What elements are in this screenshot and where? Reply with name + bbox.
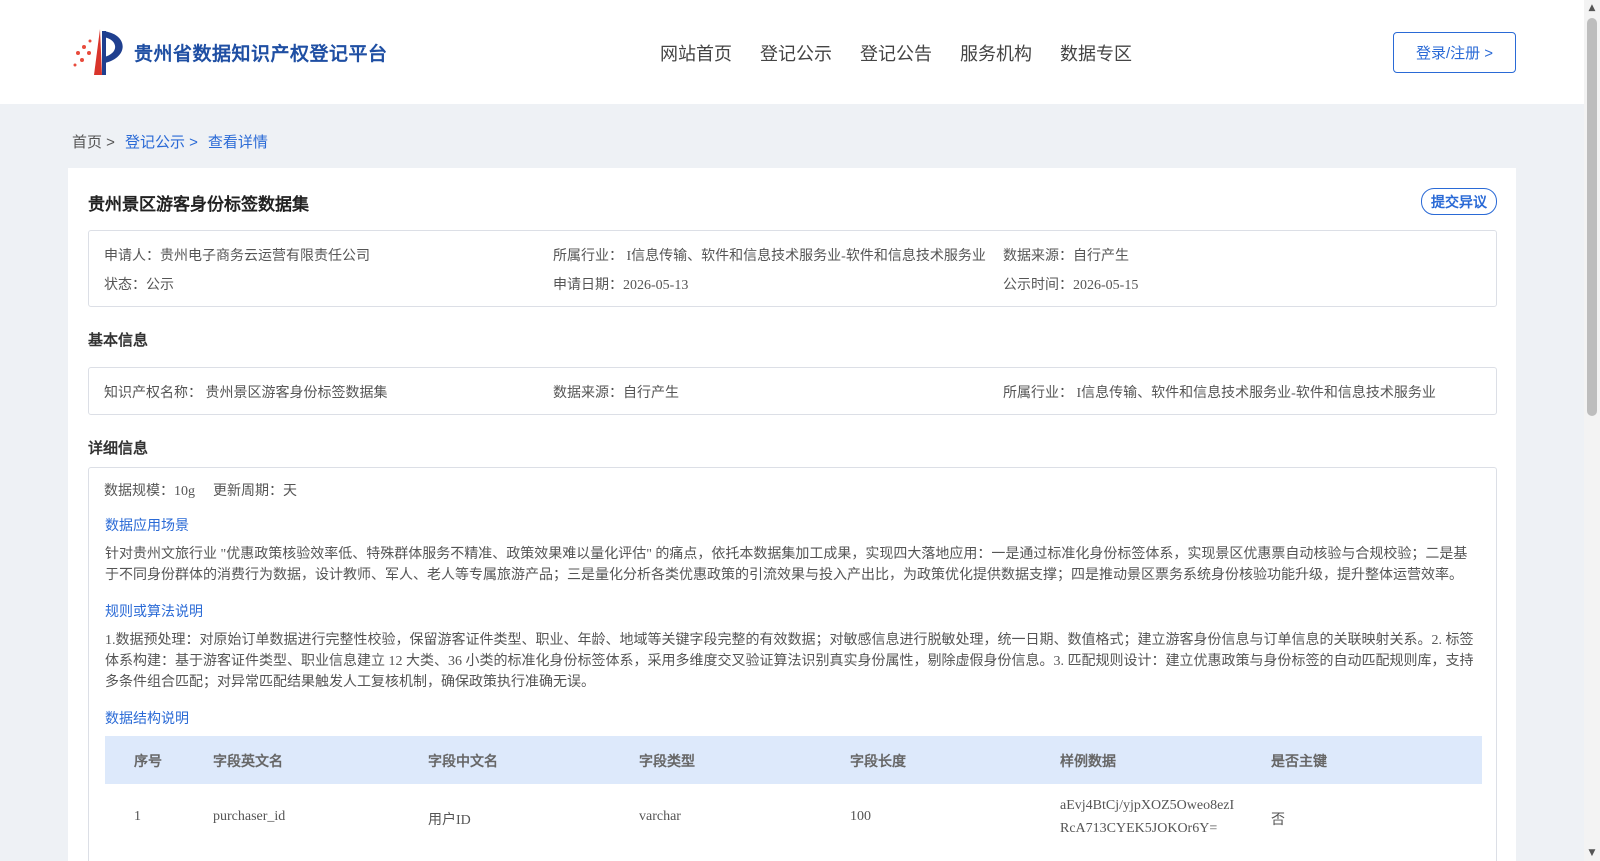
- nav-item-service-agencies[interactable]: 服务机构: [960, 40, 1032, 66]
- submit-objection-button[interactable]: 提交异议: [1421, 188, 1497, 215]
- update-cycle-text: 更新周期：天: [213, 484, 297, 499]
- basic-source-text: 数据来源：自行产生: [553, 386, 679, 401]
- table-header-cell: 字段长度: [850, 753, 906, 769]
- scroll-up-arrow-icon[interactable]: ▲: [1584, 0, 1600, 16]
- breadcrumb-current: 查看详情: [207, 134, 268, 151]
- site-header: 贵州省数据知识产权登记平台 网站首页 登记公示 登记公告 服务机构 数据专区 登…: [0, 0, 1584, 104]
- detail-card: 贵州景区游客身份标签数据集 提交异议 申请人：贵州电子商务云运营有限责任公司 所…: [68, 168, 1516, 861]
- table-header-cell: 样例数据: [1060, 753, 1116, 769]
- page-title: 贵州景区游客身份标签数据集: [88, 195, 309, 214]
- table-header-cell: 字段中文名: [428, 753, 498, 769]
- cell-en-name: purchaser_id: [213, 809, 286, 824]
- status-text: 状态：公示: [104, 278, 174, 293]
- page-scrollbar[interactable]: ▲ ▼: [1584, 0, 1600, 861]
- cell-primary-key: 否: [1271, 813, 1285, 828]
- detail-info-box: 数据规模：10g 更新周期：天 数据应用场景 针对贵州文旅行业 "优惠政策核验效…: [88, 467, 1497, 861]
- table-header-cell: 字段类型: [639, 753, 695, 769]
- structure-title: 数据结构说明: [105, 710, 189, 726]
- scene-text: 针对贵州文旅行业 "优惠政策核验效率低、特殊群体服务不精准、政策效果难以量化评估…: [105, 547, 1468, 583]
- industry-text: 所属行业： I信息传输、软件和信息技术服务业-软件和信息技术服务业: [553, 249, 986, 264]
- scene-title: 数据应用场景: [105, 517, 189, 533]
- nav-item-home[interactable]: 网站首页: [660, 40, 732, 66]
- table-header-cell: 是否主键: [1271, 753, 1327, 769]
- cell-sample-line-1: aEvj4BtCj/yjpXOZ5Oweo8ezI: [1060, 798, 1235, 813]
- site-logo[interactable]: 贵州省数据知识产权登记平台: [72, 27, 388, 77]
- ip-name-text: 知识产权名称： 贵州景区游客身份标签数据集: [104, 386, 388, 401]
- logo-mark-icon: [73, 29, 123, 75]
- publish-date-text: 公示时间：2026-05-15: [1003, 278, 1139, 293]
- table-header: 序号 字段英文名 字段中文名 字段类型 字段长度 样例数据 是否主键: [105, 736, 1482, 784]
- applicant-text: 申请人：贵州电子商务云运营有限责任公司: [104, 249, 370, 264]
- cell-sample-line-2: RcA713CYEK5JOKOr6Y=: [1060, 821, 1218, 836]
- nav-item-registration-public[interactable]: 登记公示: [760, 40, 832, 66]
- cell-cn-name: 用户ID: [428, 813, 471, 828]
- breadcrumb-home[interactable]: 首页 >: [72, 131, 115, 152]
- nav-item-registration-announcement[interactable]: 登记公告: [860, 40, 932, 66]
- scroll-down-arrow-icon[interactable]: ▼: [1584, 845, 1600, 861]
- data-scale-text: 数据规模：10g: [104, 484, 195, 499]
- main-nav: 网站首页 登记公示 登记公告 服务机构 数据专区: [660, 40, 1132, 66]
- summary-box: 申请人：贵州电子商务云运营有限责任公司 所属行业： I信息传输、软件和信息技术服…: [88, 230, 1497, 307]
- rule-title: 规则或算法说明: [105, 603, 203, 619]
- table-header-cell: 序号: [134, 753, 162, 769]
- basic-industry-text: 所属行业： I信息传输、软件和信息技术服务业-软件和信息技术服务业: [1003, 386, 1436, 401]
- cell-type: varchar: [639, 809, 681, 824]
- cell-length: 100: [850, 809, 871, 824]
- data-source-text: 数据来源：自行产生: [1003, 249, 1129, 264]
- apply-date-text: 申请日期：2026-05-13: [553, 278, 689, 293]
- login-register-button[interactable]: 登录/注册 >: [1393, 32, 1516, 73]
- breadcrumb: 首页 > 登记公示 > 查看详情: [72, 131, 268, 152]
- breadcrumb-registration-public[interactable]: 登记公示 >: [125, 131, 198, 152]
- nav-item-data-zone[interactable]: 数据专区: [1060, 40, 1132, 66]
- basic-info-box: 知识产权名称： 贵州景区游客身份标签数据集 数据来源：自行产生 所属行业： I信…: [88, 367, 1497, 415]
- rule-text: 1.数据预处理：对原始订单数据进行完整性校验，保留游客证件类型、职业、年龄、地域…: [105, 633, 1474, 690]
- basic-info-heading: 基本信息: [88, 332, 149, 349]
- cell-no: 1: [134, 809, 141, 824]
- detail-info-heading: 详细信息: [88, 440, 149, 457]
- scroll-thumb[interactable]: [1587, 18, 1597, 416]
- table-header-cell: 字段英文名: [213, 753, 283, 769]
- logo-text: 贵州省数据知识产权登记平台: [134, 43, 388, 65]
